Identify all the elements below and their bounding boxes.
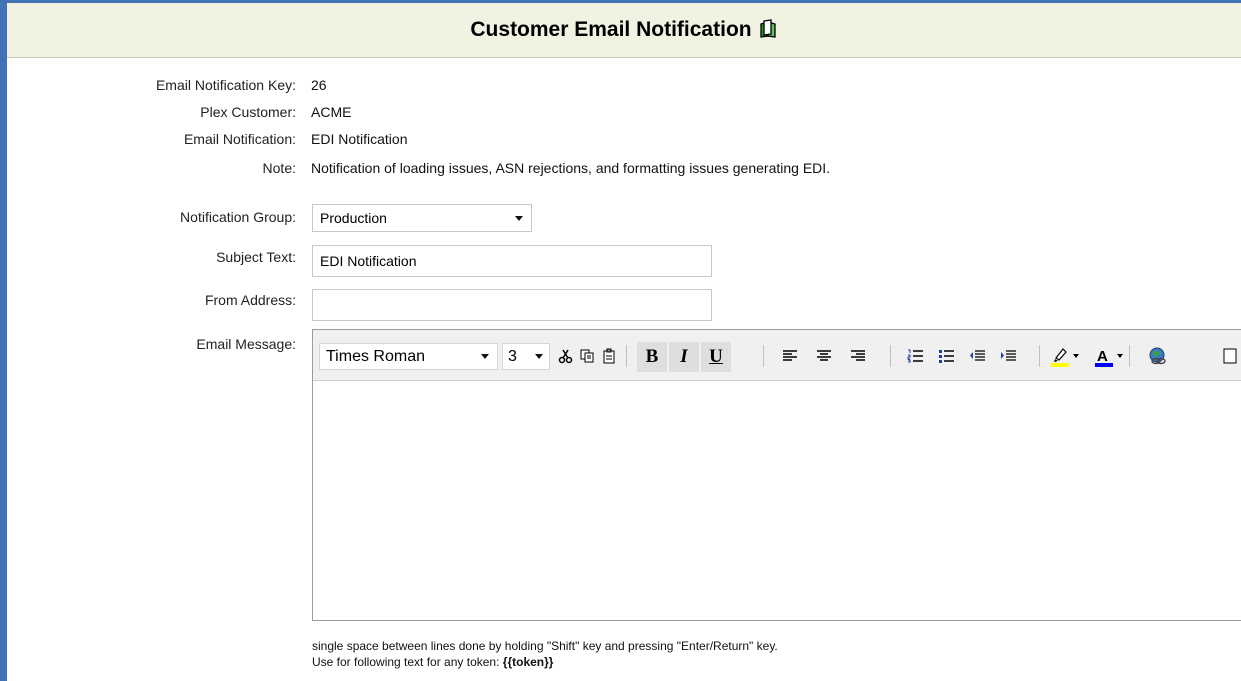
font-color-icon[interactable]: A xyxy=(1092,344,1116,368)
copy-icon[interactable] xyxy=(575,344,599,368)
italic-button[interactable]: I xyxy=(669,342,699,372)
font-size-value: 3 xyxy=(508,347,517,365)
numbered-list-icon[interactable] xyxy=(903,344,927,368)
email-notification-key-label: Email Notification Key: xyxy=(155,77,296,93)
email-notification-row: Email Notification: EDI Notification xyxy=(0,127,1241,151)
notification-group-select[interactable]: Production xyxy=(312,204,532,232)
email-notification-key-value: 26 xyxy=(311,77,327,93)
more-tools-icon[interactable] xyxy=(1219,344,1241,368)
plex-customer-row: Plex Customer: ACME xyxy=(0,100,1241,124)
book-icon[interactable] xyxy=(758,18,778,42)
notification-group-selected: Production xyxy=(320,210,387,226)
from-address-input[interactable] xyxy=(312,289,712,321)
highlight-color-icon[interactable] xyxy=(1048,344,1072,368)
font-family-select[interactable]: Times Roman xyxy=(319,343,498,370)
toolbar-separator xyxy=(890,345,891,367)
email-message-body[interactable] xyxy=(313,381,1241,620)
notification-group-row: Notification Group: xyxy=(0,205,1241,229)
bullet-list-icon[interactable] xyxy=(934,344,958,368)
help-text-line2: Use for following text for any token: {{… xyxy=(312,655,553,669)
outdent-icon[interactable] xyxy=(965,344,989,368)
from-address-label: From Address: xyxy=(204,292,296,308)
chevron-down-icon xyxy=(481,354,489,359)
toolbar-separator xyxy=(626,345,627,367)
align-right-icon[interactable] xyxy=(846,344,870,368)
chevron-down-icon xyxy=(515,215,523,221)
notification-group-label: Notification Group: xyxy=(180,209,296,225)
underline-button[interactable]: U xyxy=(701,342,731,372)
bold-button[interactable]: B xyxy=(637,342,667,372)
note-row: Note: Notification of loading issues, AS… xyxy=(0,156,1241,180)
toolbar-separator xyxy=(763,345,764,367)
subject-text-input[interactable]: EDI Notification xyxy=(312,245,712,277)
email-message-editor: Times Roman 3 B I U A xyxy=(312,329,1241,621)
toolbar-separator xyxy=(1039,345,1040,367)
toolbar-separator xyxy=(1129,345,1130,367)
email-notification-value: EDI Notification xyxy=(311,131,408,147)
page-header: Customer Email Notification xyxy=(7,3,1241,58)
svg-text:A: A xyxy=(1097,348,1108,365)
subject-text-label: Subject Text: xyxy=(216,249,296,265)
paste-icon[interactable] xyxy=(597,344,621,368)
email-notification-label: Email Notification: xyxy=(183,131,296,147)
page-title: Customer Email Notification xyxy=(470,18,752,41)
email-notification-key-row: Email Notification Key: 26 xyxy=(0,73,1241,97)
font-color-dropdown[interactable] xyxy=(1115,344,1125,368)
editor-toolbar: Times Roman 3 B I U A xyxy=(313,330,1241,381)
help-text-line2-prefix: Use for following text for any token: xyxy=(312,655,500,669)
font-size-select[interactable]: 3 xyxy=(502,343,550,370)
note-value: Notification of loading issues, ASN reje… xyxy=(311,160,831,176)
plex-customer-label: Plex Customer: xyxy=(200,104,296,120)
chevron-down-icon xyxy=(535,354,543,359)
email-message-label: Email Message: xyxy=(196,336,296,352)
token-placeholder: {{token}} xyxy=(502,655,554,669)
font-family-value: Times Roman xyxy=(326,347,425,365)
help-text-line1: single space between lines done by holdi… xyxy=(312,639,778,653)
note-label: Note: xyxy=(262,160,296,176)
align-center-icon[interactable] xyxy=(812,344,836,368)
indent-icon[interactable] xyxy=(996,344,1020,368)
insert-link-icon[interactable] xyxy=(1146,344,1170,368)
align-left-icon[interactable] xyxy=(778,344,802,368)
highlight-color-dropdown[interactable] xyxy=(1071,344,1081,368)
plex-customer-value: ACME xyxy=(311,104,352,120)
